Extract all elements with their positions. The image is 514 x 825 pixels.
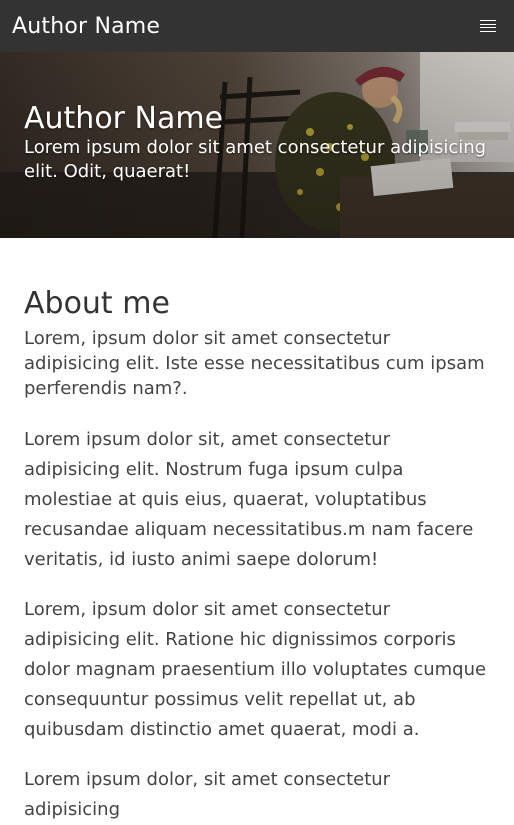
about-paragraph: Lorem ipsum dolor sit, amet consectetur … xyxy=(24,429,474,570)
about-title: About me xyxy=(24,286,170,321)
brand-title[interactable]: Author Name xyxy=(12,14,160,39)
top-navbar: Author Name xyxy=(0,0,514,52)
hero-text: Author Name Lorem ipsum dolor sit amet c… xyxy=(24,102,494,184)
about-lead: Lorem, ipsum dolor sit amet consectetur … xyxy=(24,328,485,399)
about-paragraph: Lorem, ipsum dolor sit amet consectetur … xyxy=(24,599,487,740)
about-paragraph: Lorem ipsum dolor, sit amet consectetur … xyxy=(24,769,391,820)
hero-subtitle: Lorem ipsum dolor sit amet consectetur a… xyxy=(24,137,487,182)
about-section: About me Lorem, ipsum dolor sit amet con… xyxy=(24,286,490,825)
hamburger-menu-icon[interactable] xyxy=(480,20,496,32)
hero-banner: Author Name Lorem ipsum dolor sit amet c… xyxy=(0,52,514,238)
hero-title: Author Name xyxy=(24,101,224,136)
